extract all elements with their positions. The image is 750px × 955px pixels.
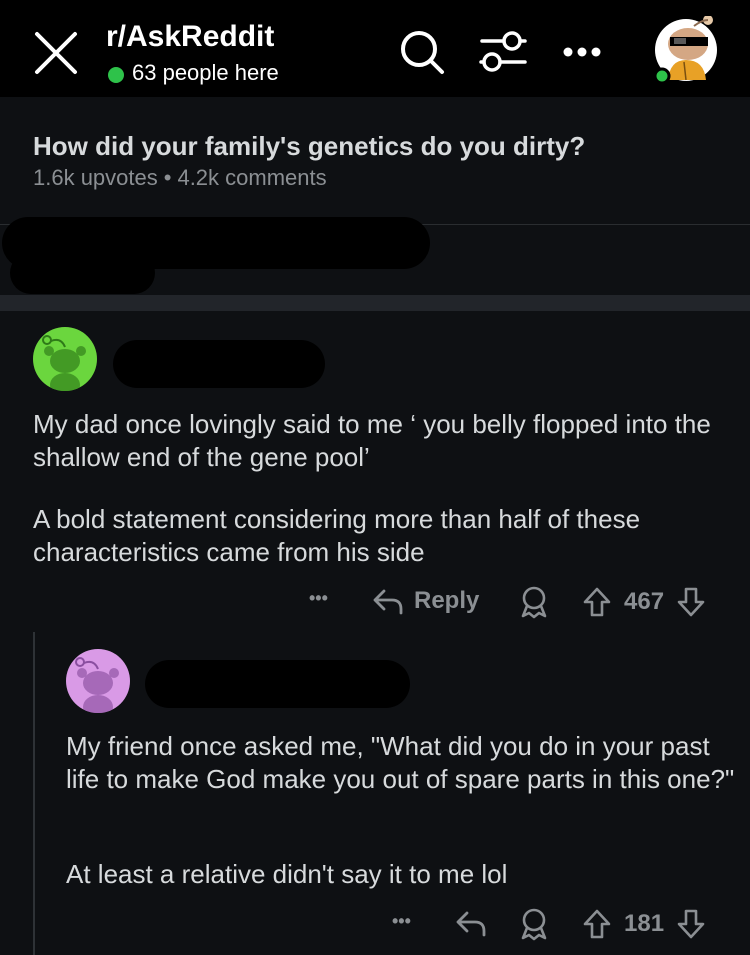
reply-button[interactable]: Reply [372,587,479,615]
online-count: 63 people here [132,60,279,85]
upvote-icon[interactable] [582,908,612,940]
online-indicator [108,67,124,83]
redacted-username [145,660,410,708]
user-avatar[interactable] [654,16,718,85]
top-bar: r/AskReddit 63 people here [0,0,750,97]
vote-group: 181 [582,908,706,940]
award-icon[interactable] [518,585,550,619]
downvote-icon[interactable] [676,908,706,940]
redacted-block [10,252,155,294]
upvote-count: 1.6k upvotes [33,165,158,190]
redacted-username [113,340,325,388]
close-icon[interactable] [33,30,79,76]
comment-score: 181 [624,910,665,937]
reply-button[interactable] [455,909,487,937]
comment-more-button[interactable]: ••• [392,911,411,932]
comment-more-button[interactable]: ••• [309,588,328,609]
comment-score: 467 [624,588,665,615]
comment-avatar[interactable] [33,327,97,391]
post-title[interactable]: How did your family's genetics do you di… [33,131,585,162]
subreddit-name[interactable]: r/AskReddit [106,20,274,54]
comment-count: 4.2k comments [177,165,327,190]
comment-body: My dad once lovingly said to me ‘ you be… [33,409,711,472]
reply-icon [456,911,486,937]
filter-icon[interactable] [478,30,528,74]
section-divider [0,295,750,311]
meta-separator: • [163,165,172,190]
comment-avatar[interactable] [66,649,130,713]
comment-body: At least a relative didn't say it to me … [66,859,508,889]
comment-body: A bold statement considering more than h… [33,504,641,567]
search-icon[interactable] [398,28,446,76]
more-icon[interactable] [562,46,602,58]
post-meta: 1.6k upvotes • 4.2k comments [33,165,327,191]
comment-body: My friend once asked me, "What did you d… [66,731,735,794]
award-icon[interactable] [518,907,550,941]
upvote-icon[interactable] [582,586,612,618]
reply-label: Reply [414,587,480,614]
reply-icon [373,589,403,615]
downvote-icon[interactable] [676,586,706,618]
vote-group: 467 [582,586,706,618]
thread-line[interactable] [33,632,35,955]
